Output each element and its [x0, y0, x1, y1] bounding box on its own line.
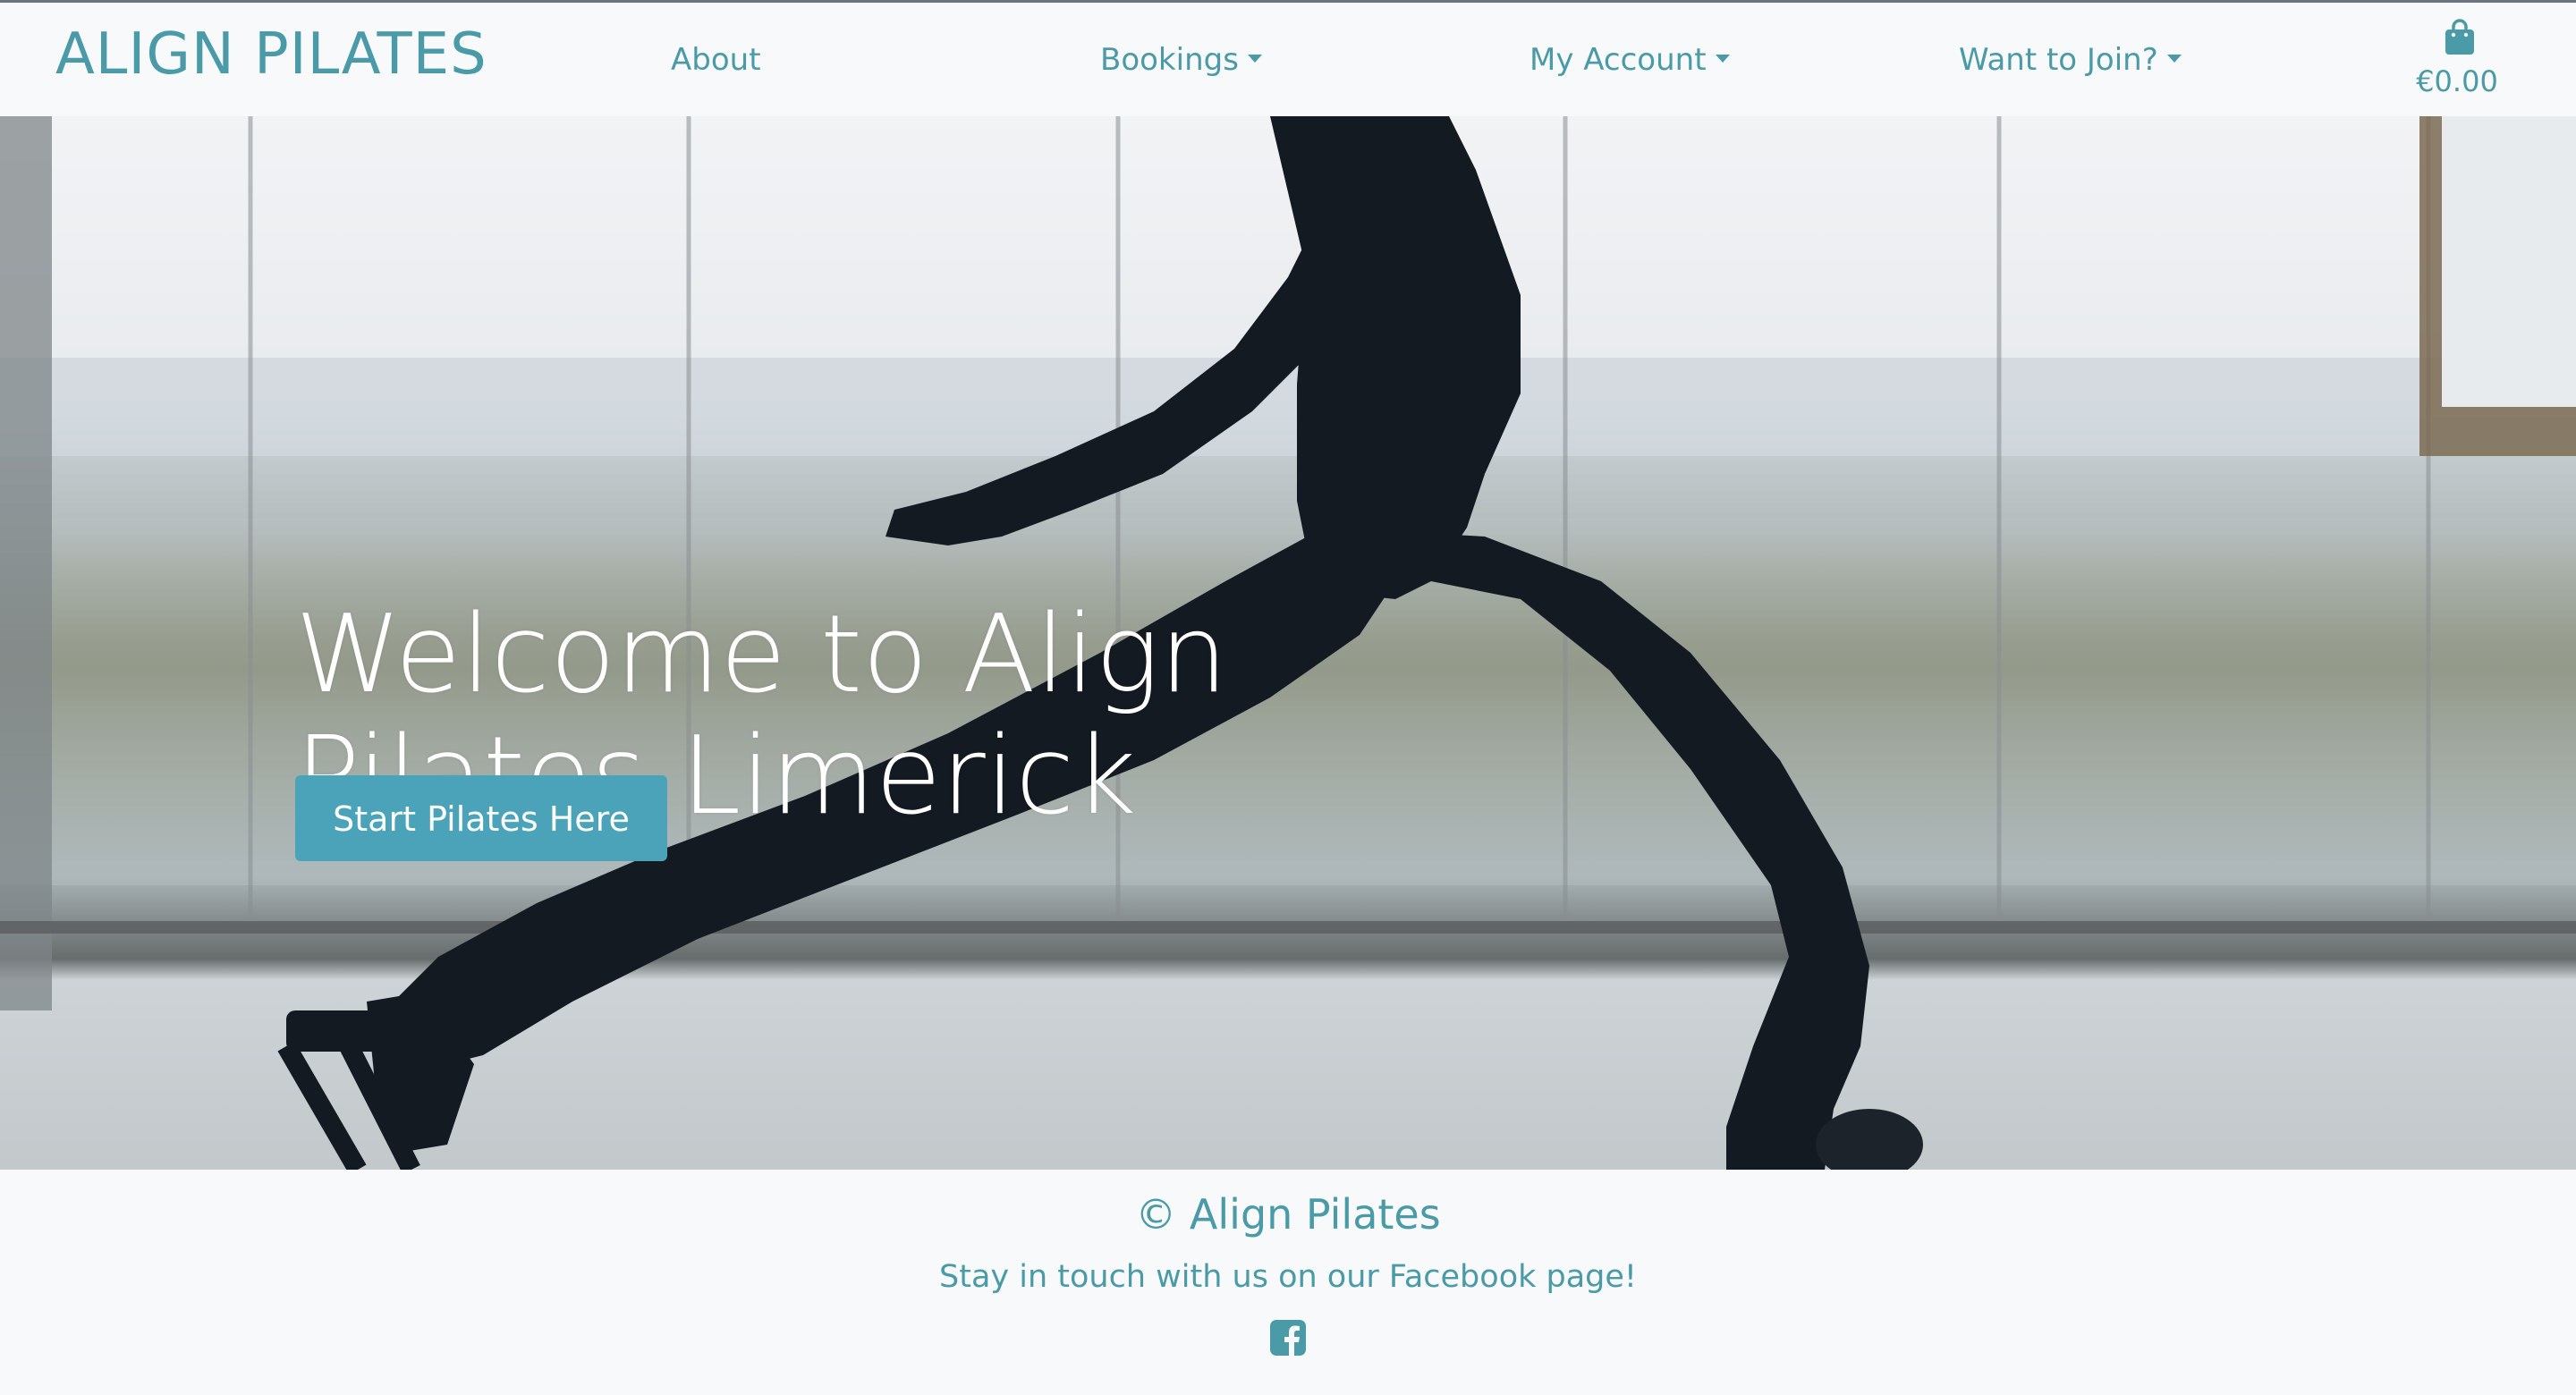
start-pilates-button[interactable]: Start Pilates Here	[295, 775, 667, 861]
nav-my-account-dropdown[interactable]: My Account	[1530, 40, 1730, 80]
nav-want-to-join-label: Want to Join?	[1959, 42, 2158, 78]
footer-title: © Align Pilates	[1135, 1190, 1441, 1239]
nav-about-link[interactable]: About	[671, 40, 761, 80]
nav-bookings-dropdown[interactable]: Bookings	[1100, 40, 1262, 80]
facebook-square-icon	[1270, 1320, 1306, 1356]
cart-total: €0.00	[2416, 64, 2498, 98]
brand-logo-link[interactable]: ALIGN PILATES	[55, 22, 487, 87]
nav-want-to-join-dropdown[interactable]: Want to Join?	[1959, 40, 2182, 80]
cart-link[interactable]: €0.00	[2415, 19, 2504, 99]
caret-down-icon	[1247, 55, 1262, 63]
nav-about-label: About	[671, 42, 761, 78]
nav-my-account-label: My Account	[1530, 42, 1707, 78]
footer-text: Stay in touch with us on our Facebook pa…	[939, 1259, 1637, 1295]
hero-section: Welcome to Align Pilates Limerick Start …	[0, 116, 2576, 1170]
shopping-bag-icon	[2445, 19, 2474, 55]
caret-down-icon	[1715, 55, 1730, 63]
caret-down-icon	[2166, 55, 2182, 63]
navbar: ALIGN PILATES About Bookings My Account …	[0, 0, 2576, 116]
nav-bookings-label: Bookings	[1100, 42, 1239, 78]
footer: © Align Pilates Stay in touch with us on…	[0, 1170, 2576, 1395]
